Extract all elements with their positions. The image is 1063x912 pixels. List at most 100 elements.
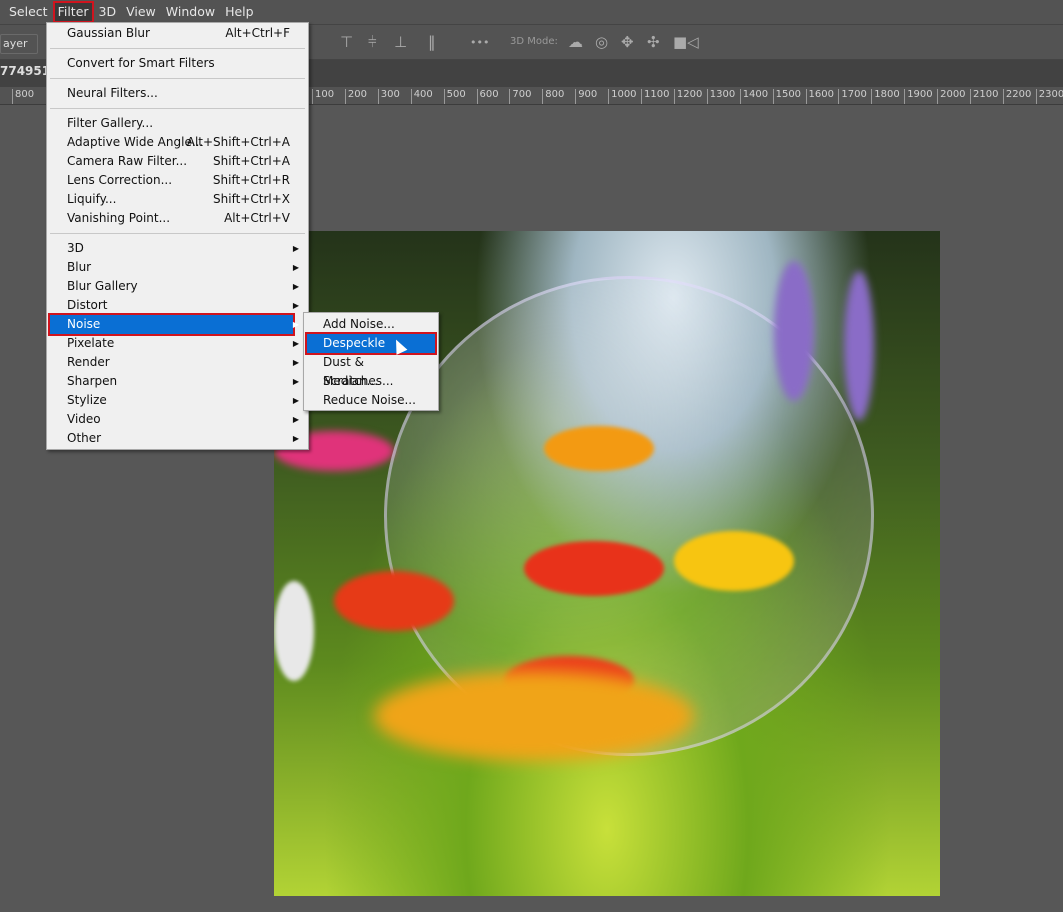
menu-separator [50,78,305,79]
scale-3d-icon[interactable]: ■◁ [673,33,699,51]
menu-item-render[interactable]: Render ▶ [50,353,305,372]
menu-help[interactable]: Help [220,1,259,23]
submenu-item-dust-scratches[interactable]: Dust & Scratches... [307,353,435,388]
menu-item-neural-filters[interactable]: Neural Filters... [50,84,305,103]
submenu-item-median[interactable]: Median... [307,372,435,391]
menu-shortcut: Alt+Ctrl+V [224,211,290,225]
menu-item-stylize[interactable]: Stylize ▶ [50,391,305,410]
menu-item-label: Vanishing Point... [67,211,171,225]
ruler-label: 1400 [739,89,768,104]
menu-item-noise[interactable]: Noise ▶ [48,313,299,336]
ruler-label: 200 [344,89,367,104]
ruler-label: 2000 [937,89,966,104]
ruler-label: 1300 [706,89,735,104]
menu-item-video[interactable]: Video ▶ [50,410,305,429]
submenu-arrow-icon: ▶ [292,301,299,310]
menu-item-label: Neural Filters... [67,86,158,100]
ruler-label: 1700 [838,89,867,104]
submenu-arrow-icon: ▶ [292,415,299,424]
menu-separator [50,48,305,49]
red-flower [524,541,664,596]
menu-item-label: Sharpen [67,374,118,388]
menu-item-label: Stylize [67,393,107,407]
ruler-label: 800 [542,89,564,104]
menu-item-label: Other [67,431,102,445]
ruler-label: 400 [410,89,433,104]
menu-item-label: Distort [67,298,108,312]
submenu-arrow-icon: ▶ [292,396,299,405]
ruler-label: 300 [377,89,400,104]
submenu-arrow-icon: ▶ [292,263,299,272]
ruler-label: 1900 [904,89,933,104]
submenu-item-despeckle[interactable]: Despeckle [305,332,437,355]
menu-item-pixelate[interactable]: Pixelate ▶ [50,334,305,353]
menu-item-3d[interactable]: 3D ▶ [50,239,305,258]
submenu-arrow-icon: ▶ [292,244,299,253]
lavender [844,271,874,421]
ruler-label: 700 [509,89,531,104]
pan-3d-icon[interactable]: ✥ [621,33,634,51]
menu-item-gaussian-blur[interactable]: Gaussian Blur Alt+Ctrl+F [50,24,305,43]
ruler-label: 1200 [673,89,702,104]
menu-item-blur[interactable]: Blur ▶ [50,258,305,277]
3d-mode-label: 3D Mode: [510,36,558,47]
menu-item-filter-gallery[interactable]: Filter Gallery... [50,114,305,133]
menu-select[interactable]: Select [0,1,53,23]
menu-item-camera-raw-filter[interactable]: Camera Raw Filter... Shift+Ctrl+A [50,152,305,171]
align-vcenter-icon[interactable]: ⫩ [368,33,377,51]
menu-item-liquify[interactable]: Liquify... Shift+Ctrl+X [50,190,305,209]
ruler-label: 1500 [772,89,801,104]
auto-select-dropdown[interactable]: ayer ⌄ [0,34,38,68]
menu-item-lens-correction[interactable]: Lens Correction... Shift+Ctrl+R [50,171,305,190]
ruler-label: 2100 [970,89,998,104]
slide-3d-icon[interactable]: ✣ [647,33,660,51]
orange-flowers [374,671,694,761]
menu-window[interactable]: Window [161,1,220,23]
menu-item-label: Lens Correction... [67,173,173,187]
menu-view[interactable]: View [121,1,161,23]
ruler-label: 100 [312,89,334,104]
align-top-icon[interactable]: ⊤ [340,33,353,51]
menu-item-blur-gallery[interactable]: Blur Gallery ▶ [50,277,305,296]
submenu-arrow-icon: ▶ [292,339,299,348]
orbit-3d-icon[interactable]: ☁ [568,33,583,51]
menu-item-label: Camera Raw Filter... [67,154,188,168]
menu-separator [50,108,305,109]
menu-item-label: Filter Gallery... [67,116,154,130]
menu-item-label: 3D [67,241,84,255]
menu-item-other[interactable]: Other ▶ [50,429,305,448]
ruler-label: 600 [476,89,499,104]
menu-item-sharpen[interactable]: Sharpen ▶ [50,372,305,391]
menu-item-distort[interactable]: Distort ▶ [50,296,305,315]
ruler-label: 1800 [871,89,900,104]
roll-3d-icon[interactable]: ◎ [595,33,608,51]
dropdown-value: ayer [3,37,28,50]
distribute-icon[interactable]: ‖ [428,33,436,51]
menu-item-vanishing-point[interactable]: Vanishing Point... Alt+Ctrl+V [50,209,305,228]
menu-item-adaptive-wide-angle[interactable]: Adaptive Wide Angle... Alt+Shift+Ctrl+A [50,133,305,152]
menu-item-label: Gaussian Blur [67,26,150,40]
more-options-button[interactable]: ••• [470,36,489,49]
ruler-label: 1600 [805,89,834,104]
ruler-label: 800 [12,89,34,104]
menu-shortcut: Alt+Ctrl+F [225,26,290,40]
ruler-label: 1100 [641,89,669,104]
align-bottom-icon[interactable]: ⊥ [394,33,407,51]
menu-item-label: Video [67,412,101,426]
submenu-arrow-icon: ▶ [292,320,299,329]
orange-flower [544,426,654,471]
ruler-label: 1000 [608,89,637,104]
menu-bar: Select Filter 3D View Window Help [0,0,1063,24]
menu-item-label: Adaptive Wide Angle... [67,135,204,149]
menu-item-label: Pixelate [67,336,115,350]
menu-3d[interactable]: 3D [94,1,122,23]
menu-item-label: Liquify... [67,192,117,206]
submenu-arrow-icon: ▶ [292,358,299,367]
submenu-item-reduce-noise[interactable]: Reduce Noise... [307,391,435,410]
menu-filter[interactable]: Filter [52,1,94,23]
menu-separator [50,233,305,234]
submenu-item-add-noise[interactable]: Add Noise... [307,315,435,334]
menu-item-convert-for-smart-filters[interactable]: Convert for Smart Filters [50,54,305,73]
menu-item-label: Render [67,355,110,369]
menu-shortcut: Shift+Ctrl+R [212,173,290,187]
